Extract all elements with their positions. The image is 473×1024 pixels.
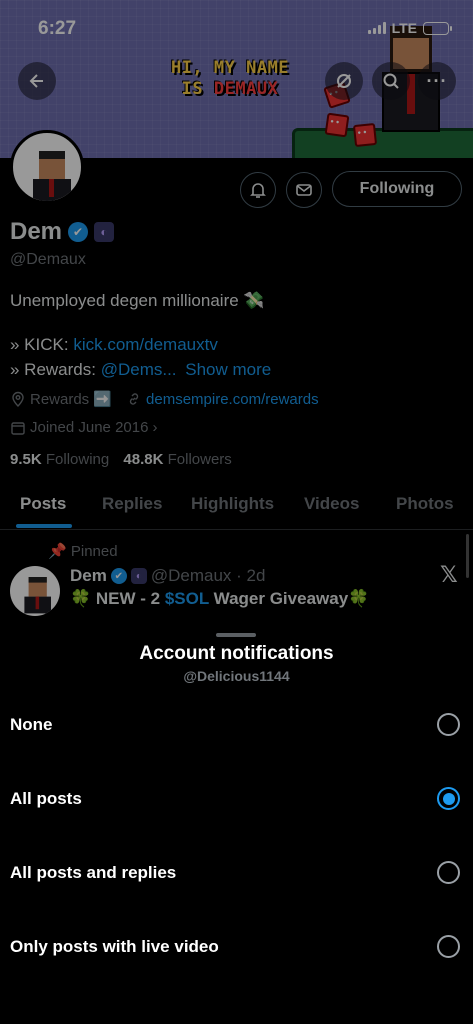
- option-label: All posts and replies: [10, 863, 177, 882]
- option-all-posts[interactable]: All posts: [0, 774, 473, 826]
- sheet-title: Account notifications: [139, 643, 334, 664]
- option-label: All posts: [10, 789, 82, 808]
- option-all-posts-and-replies[interactable]: All posts and replies: [0, 848, 473, 900]
- option-live-video[interactable]: Only posts with live video: [0, 922, 473, 974]
- radio-button[interactable]: [437, 713, 460, 736]
- sheet-subtitle: @Delicious1144: [183, 668, 290, 684]
- option-label: Only posts with live video: [10, 937, 219, 956]
- sheet-grabber[interactable]: [216, 633, 256, 637]
- radio-button[interactable]: [437, 935, 460, 958]
- radio-button[interactable]: [437, 861, 460, 884]
- radio-button-selected[interactable]: [437, 787, 460, 810]
- account-notifications-sheet: Account notifications @Delicious1144 Non…: [0, 626, 473, 1024]
- option-label: None: [10, 715, 53, 734]
- option-none[interactable]: None: [0, 700, 473, 752]
